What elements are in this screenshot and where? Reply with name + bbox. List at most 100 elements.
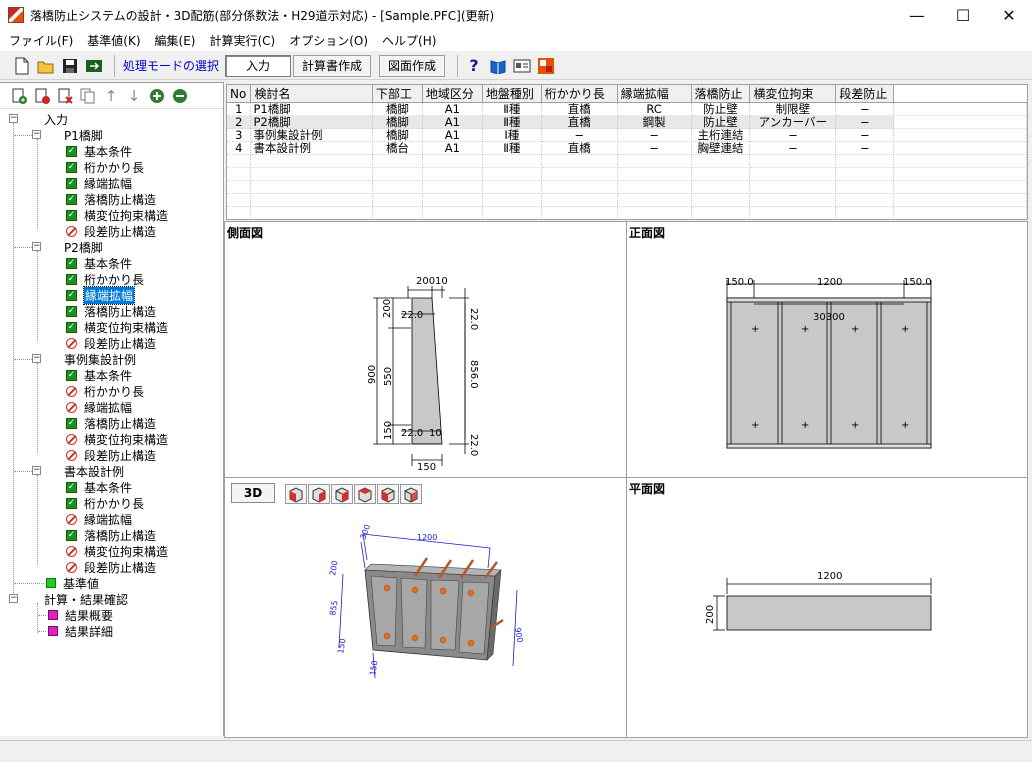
save-icon[interactable] bbox=[60, 56, 80, 76]
tree-item-detail[interactable]: 結果詳細 bbox=[48, 623, 113, 639]
table-cell[interactable]: 直橋 bbox=[541, 102, 618, 116]
tree-item[interactable]: ✓ 横変位拘束構造 bbox=[66, 207, 168, 223]
tree-item[interactable]: ✓ 基本条件 bbox=[66, 143, 132, 159]
table-cell[interactable]: − bbox=[835, 141, 895, 155]
tree-item[interactable]: ✓ 落橋防止構造 bbox=[66, 191, 156, 207]
table-row-empty[interactable] bbox=[227, 167, 1027, 181]
tree-item[interactable]: 横変位拘束構造 bbox=[66, 431, 168, 447]
mode-drawing-button[interactable]: 図面作成 bbox=[379, 54, 446, 77]
tree-group-book[interactable]: 書本設計例 bbox=[64, 463, 124, 479]
column-header[interactable]: 落橋防止 bbox=[691, 85, 751, 103]
tree-standard[interactable]: 基準値 bbox=[46, 575, 99, 591]
delete-case-icon[interactable] bbox=[56, 87, 74, 105]
mode-report-button[interactable]: 計算書作成 bbox=[293, 54, 372, 77]
insert-case-icon[interactable] bbox=[33, 87, 51, 105]
tree-expander[interactable]: − bbox=[9, 594, 18, 603]
table-cell[interactable]: A1 bbox=[422, 141, 483, 155]
expand-all-icon[interactable] bbox=[148, 87, 166, 105]
table-cell[interactable]: 橋脚 bbox=[372, 115, 423, 129]
tree-expander[interactable]: − bbox=[32, 354, 41, 363]
minimize-button[interactable]: — bbox=[894, 0, 940, 30]
export-icon[interactable] bbox=[84, 56, 104, 76]
tree-item[interactable]: ✓ 桁かかり長 bbox=[66, 159, 144, 175]
table-cell[interactable]: − bbox=[749, 141, 837, 155]
column-header[interactable]: 地域区分 bbox=[422, 85, 483, 103]
tree-item[interactable]: ✓ 落橋防止構造 bbox=[66, 415, 156, 431]
table-cell[interactable]: − bbox=[541, 128, 618, 142]
table-cell[interactable]: − bbox=[617, 128, 692, 142]
table-row[interactable]: 3 事例集設計例 橋脚 A1 Ⅰ種 − − 主桁連結 − − bbox=[227, 128, 1027, 142]
table-cell[interactable]: 事例集設計例 bbox=[250, 128, 373, 142]
column-header[interactable]: 検討名 bbox=[250, 85, 373, 103]
table-cell[interactable]: RC bbox=[617, 102, 692, 116]
add-case-icon[interactable] bbox=[10, 87, 28, 105]
tree-item[interactable]: ✓ 落橋防止構造 bbox=[66, 527, 156, 543]
table-cell[interactable]: P2橋脚 bbox=[250, 115, 373, 129]
table-row[interactable]: 1 P1橋脚 橋脚 A1 Ⅱ種 直橋 RC 防止壁 制限壁 − bbox=[227, 102, 1027, 116]
id-card-icon[interactable] bbox=[512, 56, 532, 76]
table-cell[interactable]: Ⅱ種 bbox=[482, 141, 542, 155]
tree-item[interactable]: 段差防止構造 bbox=[66, 447, 156, 463]
table-cell[interactable]: 4 bbox=[227, 141, 252, 155]
tree-group-example[interactable]: 事例集設計例 bbox=[64, 351, 136, 367]
tree-expander[interactable]: − bbox=[32, 466, 41, 475]
column-header[interactable]: 段差防止 bbox=[835, 85, 895, 103]
table-cell[interactable]: 橋脚 bbox=[372, 128, 423, 142]
table-cell[interactable]: 書本設計例 bbox=[250, 141, 373, 155]
column-header[interactable]: 横変位拘束 bbox=[749, 85, 837, 103]
tree-item[interactable]: 縁端拡幅 bbox=[66, 511, 132, 527]
tree-item[interactable]: ✓ 縁端拡幅 bbox=[66, 175, 132, 191]
tree-root-calc[interactable]: 計算・結果確認 bbox=[44, 591, 128, 607]
column-header[interactable]: 縁端拡幅 bbox=[617, 85, 692, 103]
close-button[interactable]: ✕ bbox=[986, 0, 1032, 30]
tree-item[interactable]: 段差防止構造 bbox=[66, 335, 156, 351]
tree-item[interactable]: 縁端拡幅 bbox=[66, 399, 132, 415]
tree-expander[interactable]: − bbox=[32, 242, 41, 251]
tree-item[interactable]: ✓ 落橋防止構造 bbox=[66, 303, 156, 319]
tree-expander[interactable]: − bbox=[32, 130, 41, 139]
table-cell[interactable]: 橋脚 bbox=[372, 102, 423, 116]
table-cell[interactable]: 制限壁 bbox=[749, 102, 837, 116]
table-row-empty[interactable] bbox=[227, 180, 1027, 194]
app-logo-icon[interactable] bbox=[536, 56, 556, 76]
tree-group-p2[interactable]: P2橋脚 bbox=[64, 239, 103, 255]
table-cell[interactable]: アンカーバー bbox=[749, 115, 837, 129]
table-cell[interactable]: Ⅱ種 bbox=[482, 102, 542, 116]
menu-calc[interactable]: 計算実行(C) bbox=[202, 32, 282, 49]
table-row[interactable]: 4 書本設計例 橋台 A1 Ⅱ種 直橋 − 胸壁連結 − − bbox=[227, 141, 1027, 155]
table-cell[interactable]: 橋台 bbox=[372, 141, 423, 155]
table-cell[interactable]: A1 bbox=[422, 102, 483, 116]
table-cell[interactable]: A1 bbox=[422, 128, 483, 142]
tree-group-p1[interactable]: P1橋脚 bbox=[64, 127, 103, 143]
menu-standard[interactable]: 基準値(K) bbox=[80, 32, 147, 49]
table-cell[interactable]: 胸壁連結 bbox=[691, 141, 751, 155]
copy-case-icon[interactable] bbox=[79, 87, 97, 105]
table-row-empty[interactable] bbox=[227, 193, 1027, 207]
table-row-empty[interactable] bbox=[227, 154, 1027, 168]
tree-item[interactable]: ✓ 基本条件 bbox=[66, 367, 132, 383]
menu-help[interactable]: ヘルプ(H) bbox=[375, 32, 443, 49]
table-cell[interactable]: Ⅱ種 bbox=[482, 115, 542, 129]
menu-file[interactable]: ファイル(F) bbox=[2, 32, 80, 49]
table-cell[interactable]: P1橋脚 bbox=[250, 102, 373, 116]
tree-item[interactable]: ✓ 横変位拘束構造 bbox=[66, 319, 168, 335]
tree-item[interactable]: ✓ 桁かかり長 bbox=[66, 271, 144, 287]
move-down-icon[interactable]: ↓ bbox=[125, 87, 143, 105]
column-header[interactable]: 下部工 bbox=[372, 85, 423, 103]
table-cell[interactable]: − bbox=[749, 128, 837, 142]
column-header[interactable]: No bbox=[227, 85, 252, 103]
table-cell[interactable]: 1 bbox=[227, 102, 252, 116]
table-cell[interactable]: A1 bbox=[422, 115, 483, 129]
tree-item[interactable]: 桁かかり長 bbox=[66, 383, 144, 399]
move-up-icon[interactable]: ↑ bbox=[102, 87, 120, 105]
column-header[interactable]: 桁かかり長 bbox=[541, 85, 618, 103]
tree-item[interactable]: 横変位拘束構造 bbox=[66, 543, 168, 559]
table-cell[interactable]: − bbox=[835, 128, 895, 142]
table-cell[interactable]: Ⅰ種 bbox=[482, 128, 542, 142]
tree-item[interactable]: 段差防止構造 bbox=[66, 223, 156, 239]
table-cell[interactable]: − bbox=[835, 102, 895, 116]
tree-item[interactable]: ✓ 基本条件 bbox=[66, 255, 132, 271]
maximize-button[interactable]: ☐ bbox=[940, 0, 986, 30]
table-cell[interactable]: 鋼製 bbox=[617, 115, 692, 129]
tree-item[interactable]: ✓ 基本条件 bbox=[66, 479, 132, 495]
